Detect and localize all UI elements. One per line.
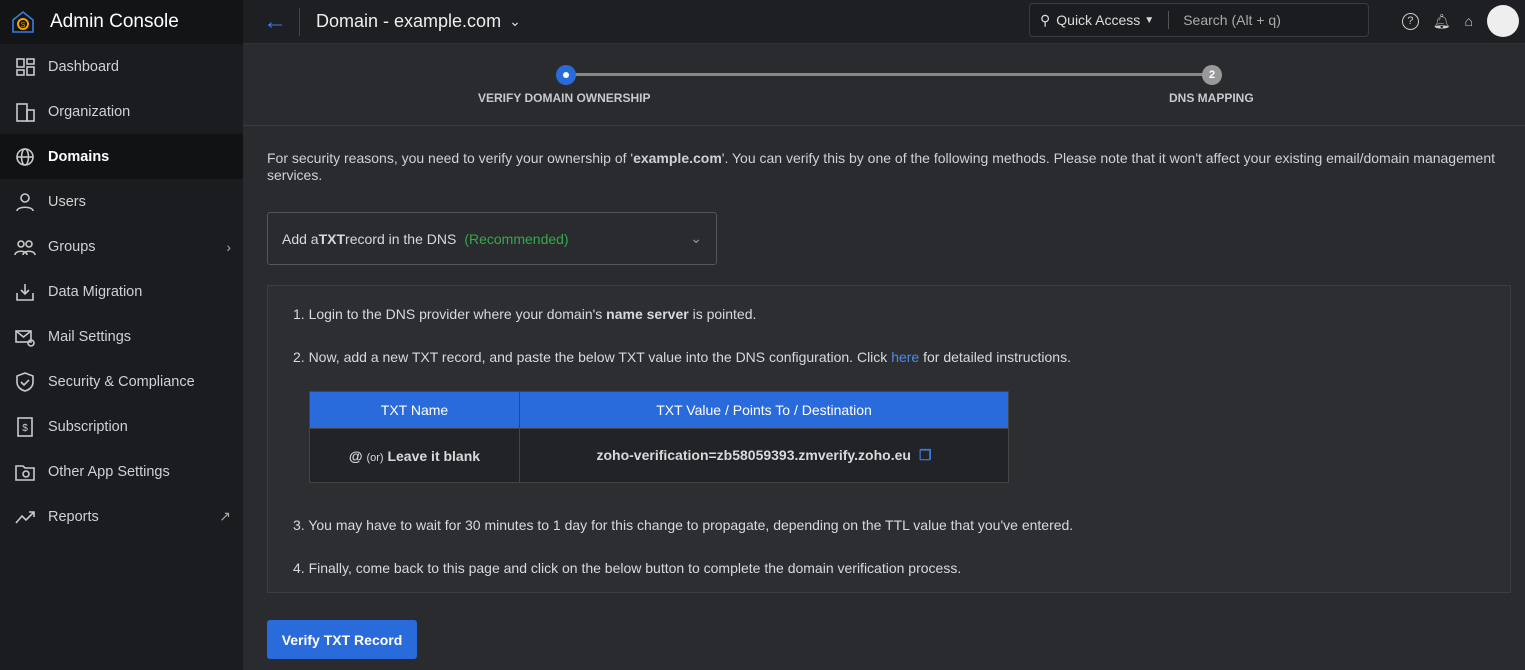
verification-method-select[interactable]: Add a TXT record in the DNS (Recommended… [267, 212, 717, 265]
here-link[interactable]: here [891, 349, 919, 365]
step-4-text: 4. Finally, come back to this page and c… [293, 560, 962, 576]
bell-icon[interactable]: 🔔︎ [1433, 13, 1451, 30]
sidebar-item-dashboard[interactable]: Dashboard [0, 44, 243, 89]
globe-icon [16, 147, 34, 166]
groups-icon [14, 239, 36, 255]
sidebar-item-security-compliance[interactable]: Security & Compliance [0, 359, 243, 404]
quick-access-dropdown[interactable]: Quick Access [1056, 12, 1140, 28]
admin-logo-icon: S [12, 10, 34, 33]
sidebar-item-label: Subscription [48, 418, 128, 435]
step-1-label: VERIFY DOMAIN OWNERSHIP [478, 91, 651, 105]
col-txt-name: TXT Name [309, 391, 520, 429]
sidebar-item-label: Mail Settings [48, 328, 132, 345]
step-1-indicator [556, 65, 576, 85]
dashboard-icon [16, 57, 35, 76]
step-1-text: 1. Login to the DNS provider where your … [293, 306, 757, 322]
help-icon[interactable]: ? [1401, 12, 1419, 30]
txt-record-table: TXT Name TXT Value / Points To / Destinat… [309, 391, 1009, 483]
sidebar-item-other-app-settings[interactable]: Other App Settings [0, 449, 243, 494]
search-input[interactable]: Search (Alt + q) [1183, 12, 1281, 28]
sidebar: S Admin Console Dashboard Organization Dom… [0, 0, 243, 670]
migration-icon [16, 283, 34, 301]
sidebar-item-label: Security & Compliance [48, 373, 195, 390]
stepper: 2 VERIFY DOMAIN OWNERSHIP DNS MAPPING [243, 45, 1525, 126]
intro-text: For security reasons, you need to verify… [267, 150, 1495, 183]
txt-value-cell: zoho-verification=zb58059393.zmverify.zo… [519, 428, 1009, 483]
step-3-text: 3. You may have to wait for 30 minutes t… [293, 517, 1074, 533]
recommended-label: (Recommended) [464, 230, 569, 247]
caret-down-icon: ▼ [1144, 14, 1155, 26]
subscription-icon: $ [17, 416, 33, 437]
step-2-text: 2. Now, add a new TXT record, and paste … [293, 349, 1071, 365]
stepper-line [566, 73, 1211, 76]
app-settings-icon [15, 464, 35, 481]
home-icon[interactable]: ⌂ [1465, 13, 1473, 29]
step-2-label: DNS MAPPING [1169, 91, 1254, 105]
user-icon [16, 192, 34, 211]
col-txt-value: TXT Value / Points To / Destination [519, 391, 1009, 429]
brand: S Admin Console [0, 0, 243, 44]
sidebar-item-organization[interactable]: Organization [0, 89, 243, 134]
chevron-right-icon: › [226, 238, 231, 255]
shield-icon [16, 371, 34, 392]
search-icon: ⚲ [1040, 11, 1051, 28]
search-bar[interactable]: ⚲ Quick Access ▼ Search (Alt + q) [1029, 3, 1369, 37]
sidebar-item-label: Groups [48, 238, 96, 255]
sidebar-item-domains[interactable]: Domains [0, 134, 243, 179]
sidebar-item-mail-settings[interactable]: Mail Settings [0, 314, 243, 359]
sidebar-item-label: Dashboard [48, 58, 119, 75]
step-2-indicator: 2 [1202, 65, 1222, 85]
divider [299, 7, 300, 36]
copy-icon[interactable]: ❐ [919, 447, 932, 463]
top-bar: ← Domain - example.com ⌄ ⚲ Quick Access … [243, 0, 1525, 44]
sidebar-item-groups[interactable]: Groups › [0, 224, 243, 269]
table-row: @ (or) Leave it blank zoho-verification=… [309, 428, 1009, 483]
sidebar-item-reports[interactable]: Reports ↗ [0, 494, 243, 539]
sidebar-item-label: Users [48, 193, 86, 210]
page-title[interactable]: Domain - example.com [316, 11, 501, 32]
svg-text:$: $ [22, 423, 28, 434]
back-arrow-icon[interactable]: ← [263, 8, 299, 36]
svg-text:S: S [21, 22, 26, 29]
reports-icon [15, 510, 35, 524]
sidebar-item-label: Domains [48, 148, 110, 165]
app-title: Admin Console [50, 11, 179, 32]
sidebar-item-users[interactable]: Users [0, 179, 243, 224]
external-link-icon: ↗ [219, 508, 231, 524]
chevron-down-icon: ⌄ [690, 230, 702, 246]
sidebar-item-subscription[interactable]: $ Subscription [0, 404, 243, 449]
divider [1168, 11, 1170, 29]
sidebar-item-label: Other App Settings [48, 463, 170, 480]
main-content: For security reasons, you need to verify… [267, 150, 1511, 593]
sidebar-item-label: Reports [48, 508, 99, 525]
building-icon [16, 102, 35, 122]
chevron-down-icon[interactable]: ⌄ [509, 13, 521, 30]
verify-txt-record-button[interactable]: Verify TXT Record [267, 620, 417, 659]
txt-name-cell: @ (or) Leave it blank [309, 428, 520, 483]
sidebar-item-label: Organization [48, 103, 131, 120]
mail-settings-icon [15, 329, 35, 347]
instructions-panel: 1. Login to the DNS provider where your … [267, 285, 1511, 593]
sidebar-item-label: Data Migration [48, 283, 143, 300]
avatar[interactable] [1487, 5, 1519, 37]
sidebar-item-data-migration[interactable]: Data Migration [0, 269, 243, 314]
